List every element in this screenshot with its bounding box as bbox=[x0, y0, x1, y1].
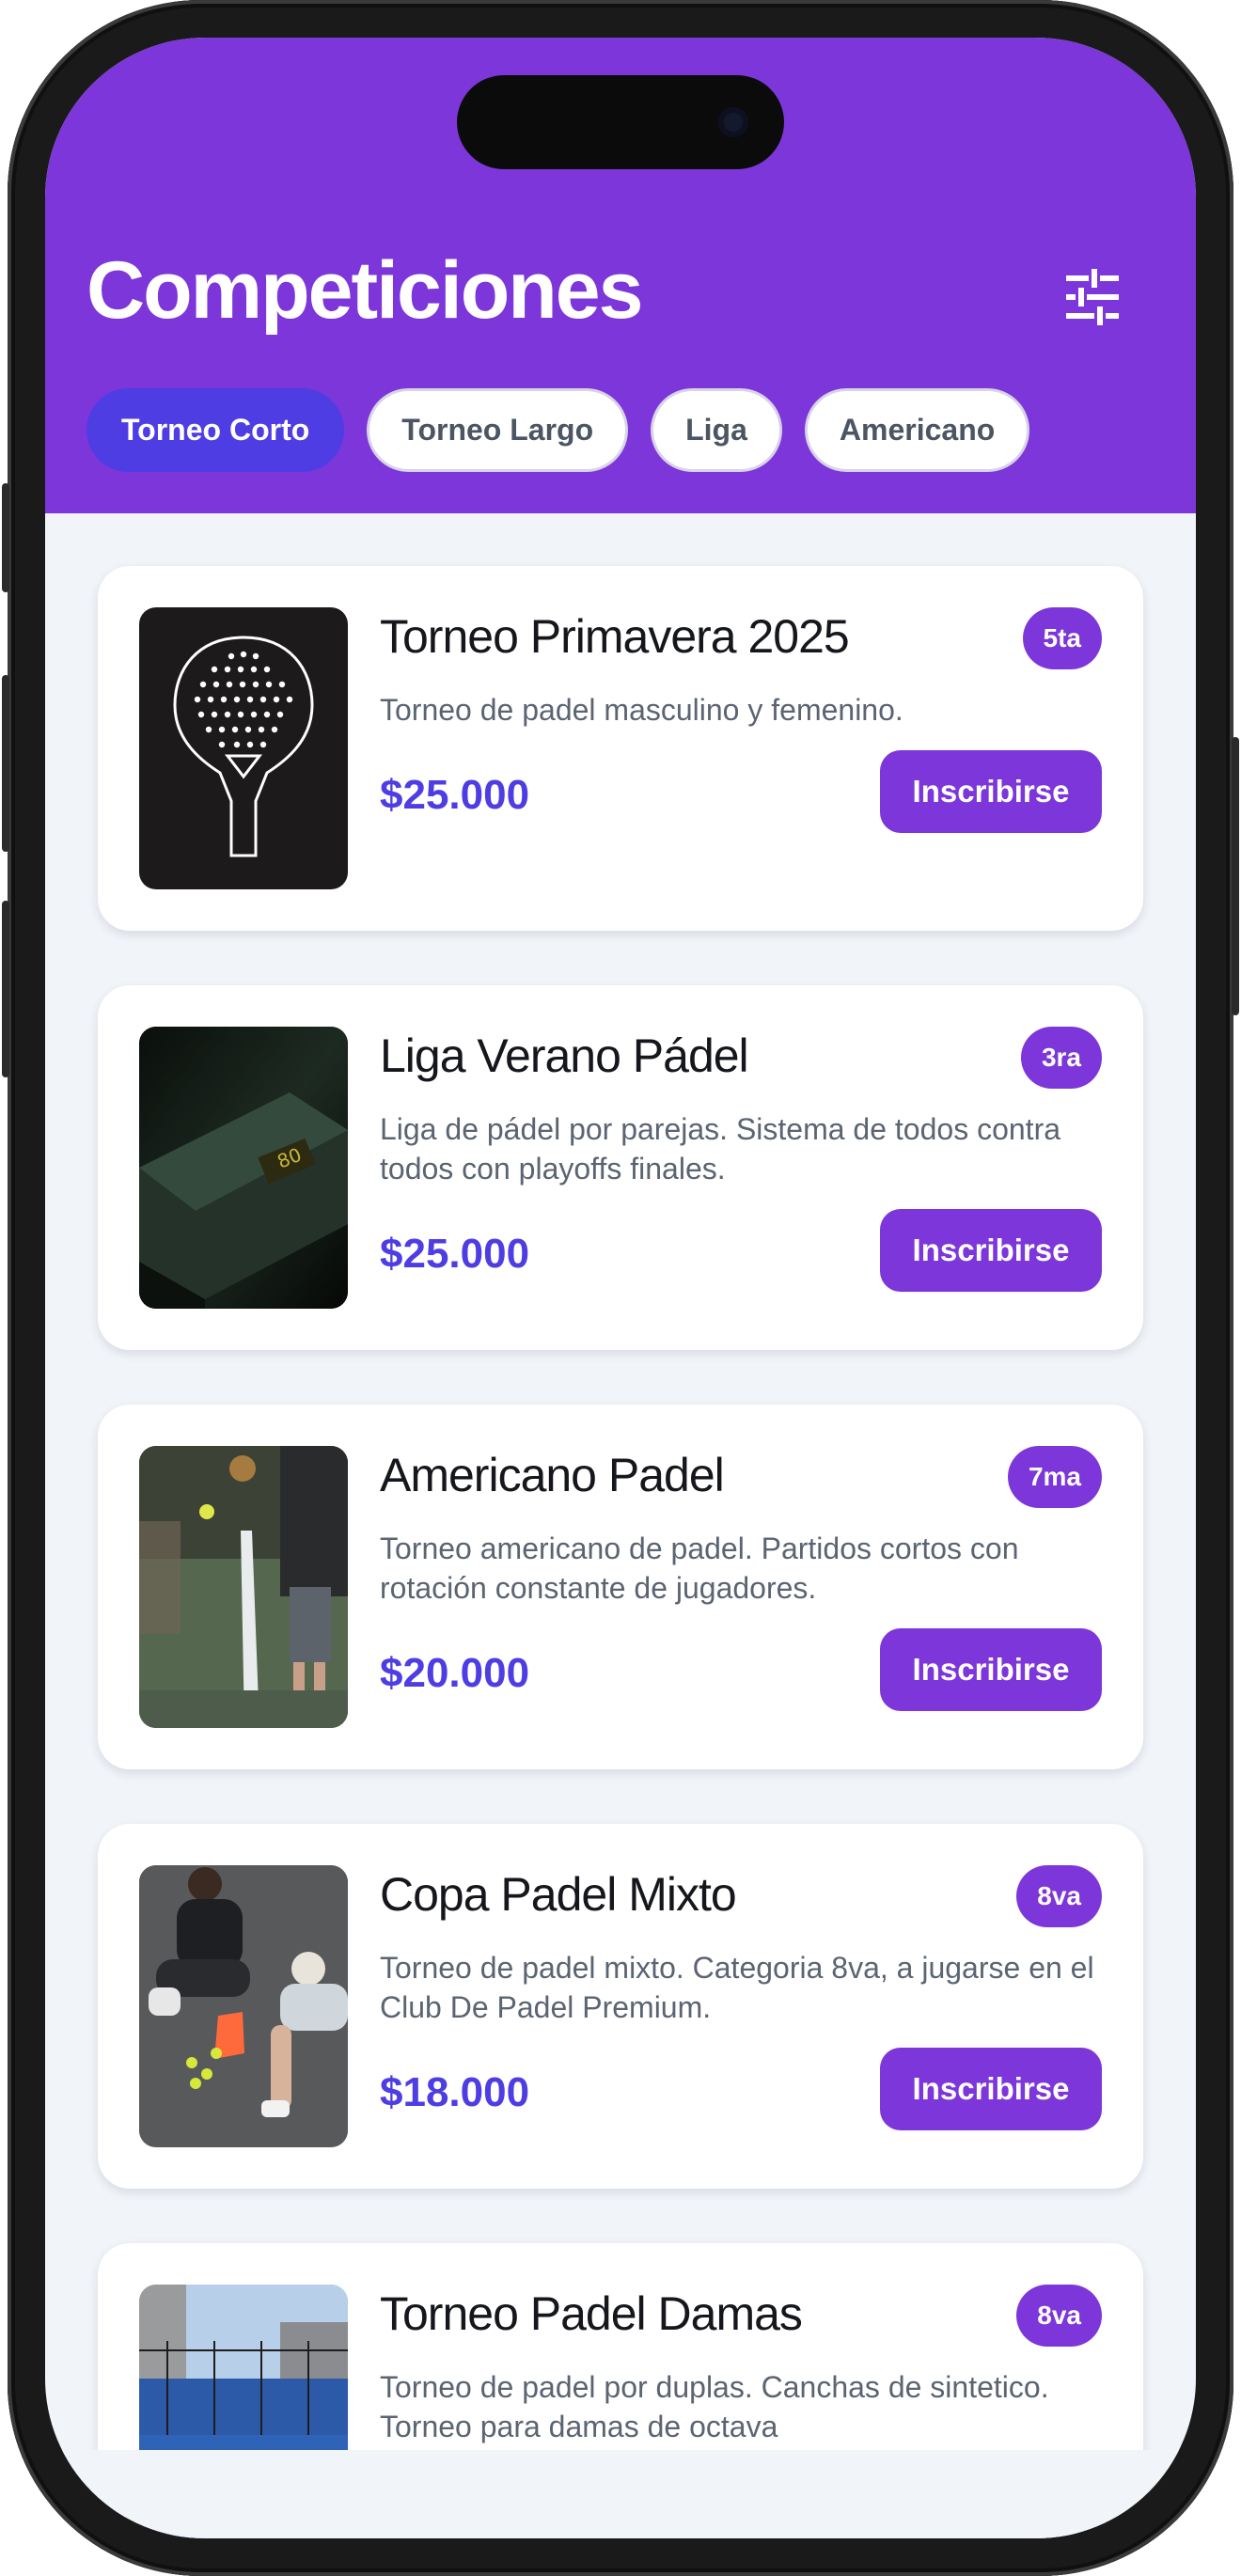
competition-description: Liga de pádel por parejas. Sistema de to… bbox=[380, 1112, 1061, 1186]
padel-racket-icon bbox=[173, 636, 314, 857]
signup-button[interactable]: Inscribirse bbox=[880, 2048, 1102, 2130]
competition-price: $25.000 bbox=[380, 1231, 530, 1277]
category-badge: 3ra bbox=[1020, 1027, 1102, 1089]
bottom-safe-area bbox=[45, 2450, 1196, 2538]
competition-description: Torneo de padel masculino y femenino. bbox=[380, 693, 903, 727]
power-button bbox=[1232, 737, 1239, 1015]
court-photo bbox=[139, 1446, 348, 1728]
competition-title: Americano Padel bbox=[380, 1449, 725, 1501]
competition-title: Torneo Padel Damas bbox=[380, 2287, 803, 2340]
camera-icon bbox=[718, 107, 748, 137]
tab-torneo-largo[interactable]: Torneo Largo bbox=[367, 388, 629, 472]
competition-description: Torneo americano de padel. Partidos cort… bbox=[380, 1531, 1019, 1605]
signup-button[interactable]: Inscribirse bbox=[880, 750, 1102, 833]
competition-description: Torneo de padel mixto. Categoria 8va, a … bbox=[380, 1951, 1094, 2024]
competition-image bbox=[139, 1865, 348, 2147]
category-badge: 7ma bbox=[1007, 1446, 1102, 1508]
sliders-icon bbox=[1066, 269, 1119, 325]
volume-up-button bbox=[2, 675, 9, 852]
competition-image bbox=[139, 1446, 348, 1728]
tab-americano[interactable]: Americano bbox=[804, 388, 1030, 472]
competition-title: Torneo Primavera 2025 bbox=[380, 610, 850, 663]
category-badge: 8va bbox=[1016, 1865, 1102, 1927]
header: Competiciones Torneo Corto Torneo Largo bbox=[45, 38, 1196, 513]
volume-down-button bbox=[2, 901, 9, 1077]
tab-torneo-corto[interactable]: Torneo Corto bbox=[86, 388, 345, 472]
competition-card[interactable]: Torneo Primavera 2025 5ta Torneo de pade… bbox=[98, 566, 1143, 931]
competition-image bbox=[139, 607, 348, 889]
signup-button[interactable]: Inscribirse bbox=[880, 1628, 1102, 1711]
competition-price: $25.000 bbox=[380, 772, 530, 818]
competition-price: $20.000 bbox=[380, 1650, 530, 1696]
signup-button[interactable]: Inscribirse bbox=[880, 1209, 1102, 1292]
competition-card[interactable]: Americano Padel 7ma Torneo americano de … bbox=[98, 1405, 1143, 1769]
competition-description: Torneo de padel por duplas. Canchas de s… bbox=[380, 2370, 1049, 2443]
category-badge: 5ta bbox=[1022, 607, 1102, 669]
category-badge: 8va bbox=[1016, 2285, 1102, 2347]
tab-liga[interactable]: Liga bbox=[651, 388, 782, 472]
action-button bbox=[2, 483, 9, 592]
competition-price: $18.000 bbox=[380, 2069, 530, 2115]
device-photo: 80 bbox=[139, 1027, 348, 1309]
filter-button[interactable] bbox=[1062, 267, 1123, 327]
competition-image: 80 bbox=[139, 1027, 348, 1309]
competition-card[interactable]: 80 Liga Verano Pádel 3ra Liga de pádel p… bbox=[98, 985, 1143, 1350]
page-title: Competiciones bbox=[86, 245, 643, 336]
competition-title: Copa Padel Mixto bbox=[380, 1868, 737, 1921]
competition-title: Liga Verano Pádel bbox=[380, 1029, 749, 1082]
category-tabs: Torneo Corto Torneo Largo Liga Americano bbox=[86, 388, 1030, 472]
dynamic-island bbox=[457, 75, 784, 169]
players-photo bbox=[139, 1865, 348, 2147]
screen: Competiciones Torneo Corto Torneo Largo bbox=[45, 38, 1196, 2538]
competition-card[interactable]: Copa Padel Mixto 8va Torneo de padel mix… bbox=[98, 1824, 1143, 2189]
